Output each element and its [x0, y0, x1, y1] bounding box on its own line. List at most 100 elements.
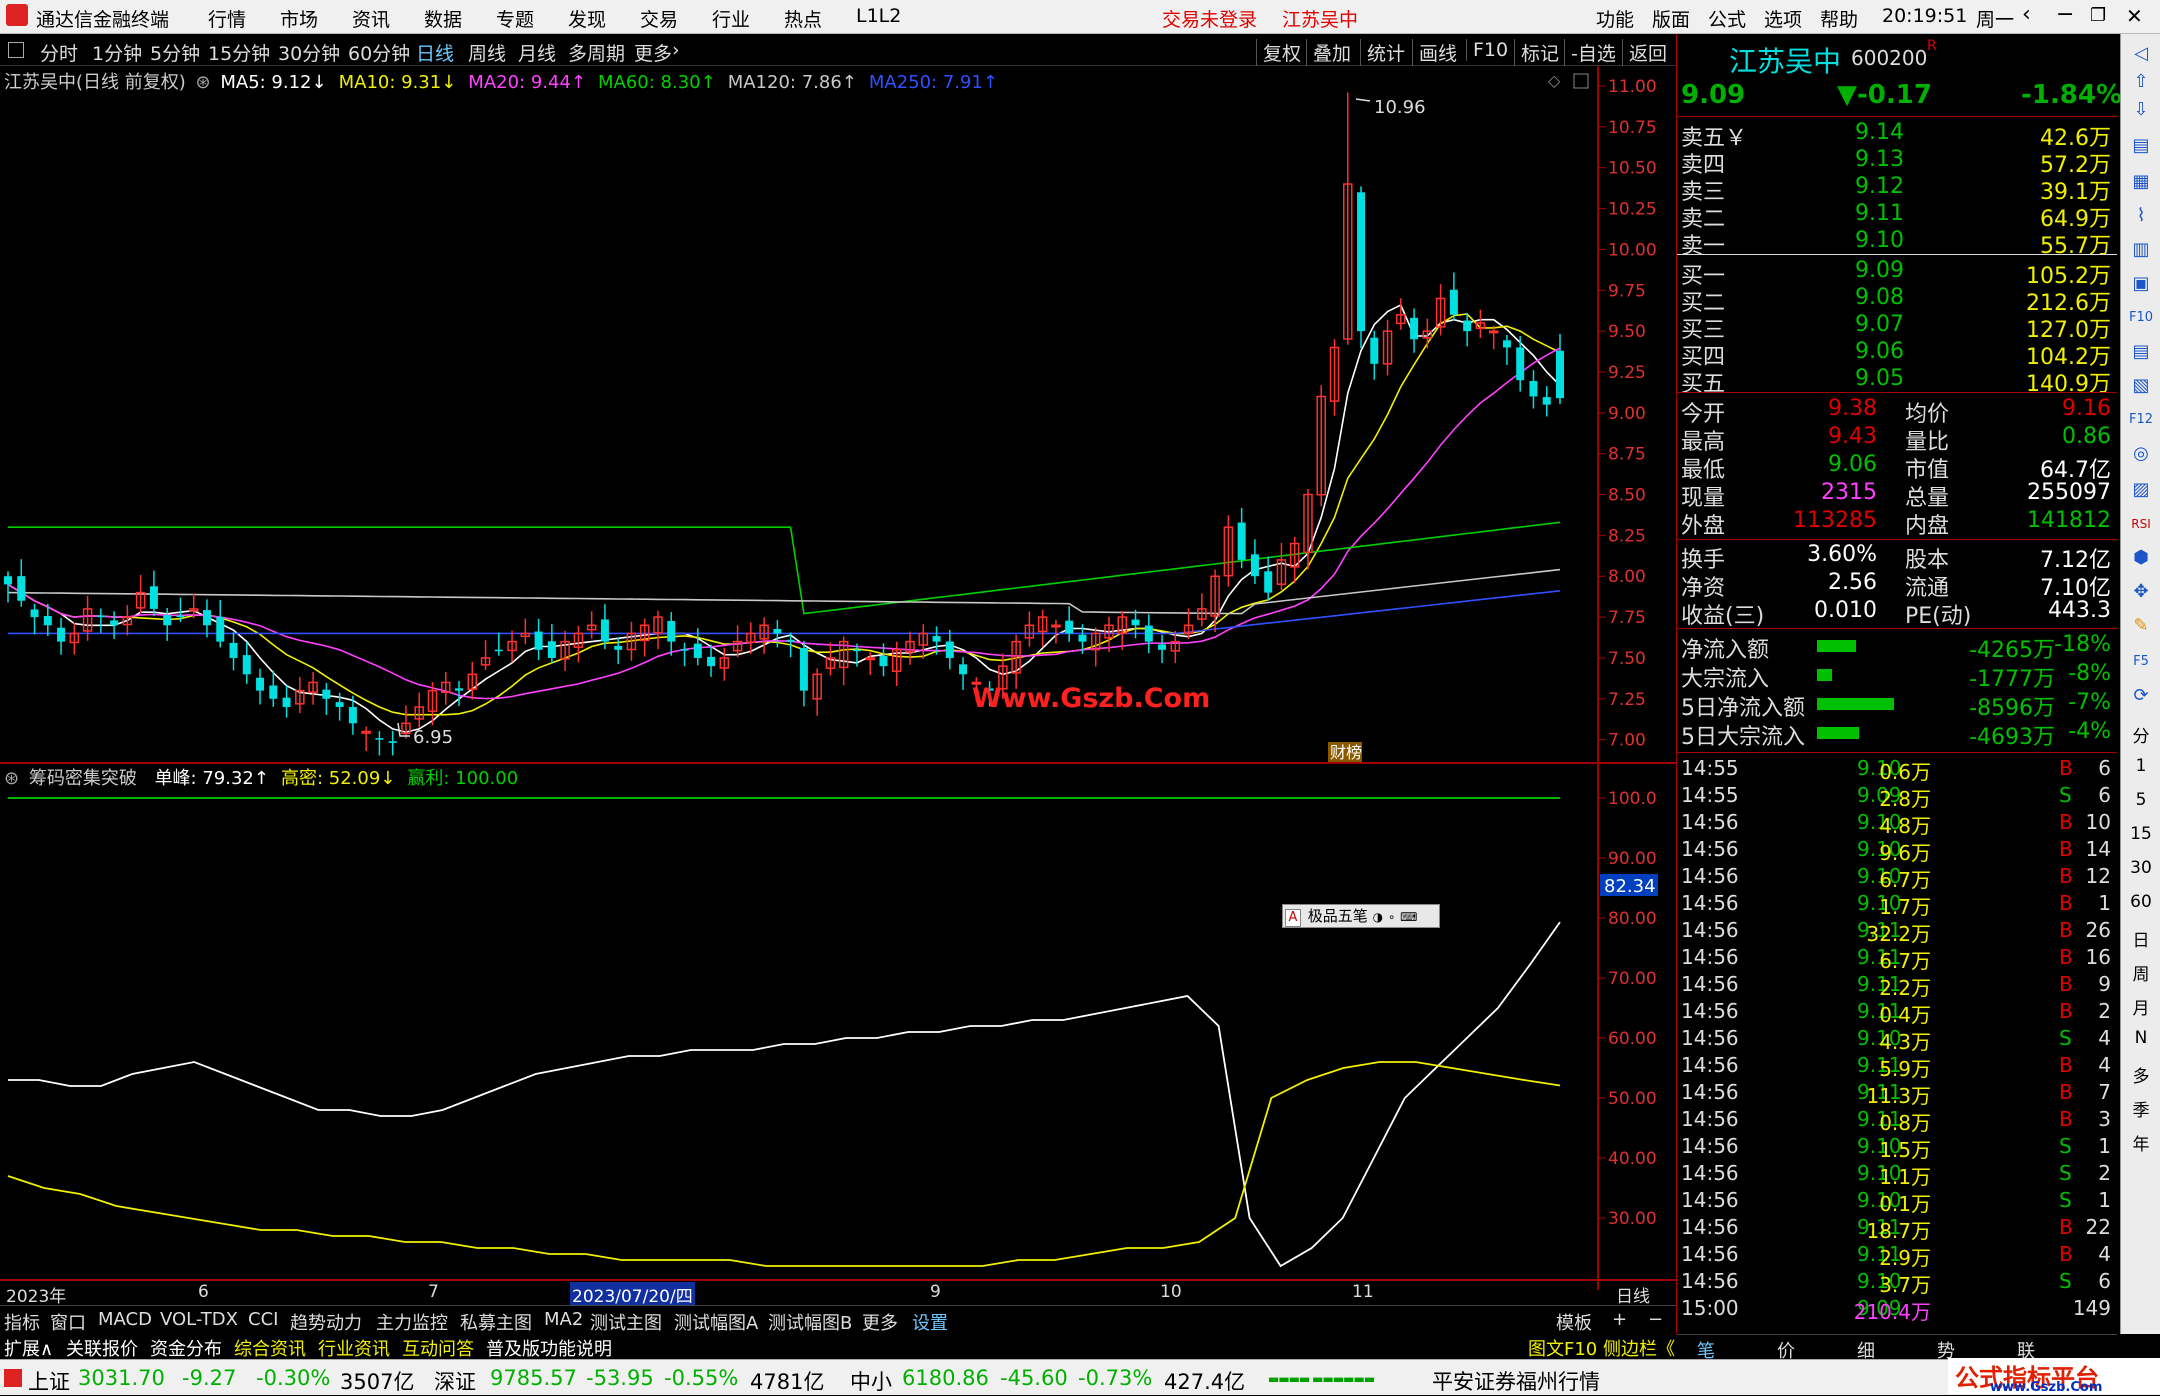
menu-data[interactable]: 数据: [424, 5, 462, 32]
tool-draw[interactable]: 画线: [1412, 39, 1457, 66]
sidebar-period[interactable]: 1: [2121, 756, 2160, 776]
f12-icon[interactable]: F12: [2129, 408, 2153, 432]
tick-row[interactable]: 14:56 9.11 5.9万 B 4: [1677, 1053, 2117, 1081]
sidebar-period[interactable]: 月: [2121, 994, 2160, 1019]
menu-function[interactable]: 功能: [1596, 5, 1634, 32]
tab-main-monitor[interactable]: 主力监控: [376, 1309, 448, 1335]
period-multi[interactable]: 多周期: [568, 39, 625, 66]
menu-hot[interactable]: 热点: [784, 5, 822, 32]
tab-related-quotes[interactable]: 关联报价: [66, 1335, 138, 1361]
tick-row[interactable]: 14:55 9.10 0.6万 B 6: [1677, 756, 2117, 784]
tab-trend-power[interactable]: 趋势动力: [290, 1309, 362, 1335]
grid-icon[interactable]: ▦: [2129, 170, 2153, 194]
f10-sidebar-toggle[interactable]: 图文F10 侧边栏《: [1528, 1335, 1675, 1361]
tab-vol-tdx[interactable]: VOL-TDX: [160, 1309, 238, 1330]
menu-layout[interactable]: 版面: [1652, 5, 1690, 32]
menu-industry[interactable]: 行业: [712, 5, 750, 32]
tab-news[interactable]: 综合资讯: [234, 1335, 306, 1361]
tab-capital-distribution[interactable]: 资金分布: [150, 1335, 222, 1361]
tab-test-sub-a[interactable]: 测试幅图A: [674, 1309, 758, 1335]
back-icon[interactable]: ‹: [2022, 2, 2031, 27]
sz-index-name[interactable]: 深证: [434, 1366, 476, 1396]
book-row[interactable]: 买四 9.06 104.2万: [1677, 339, 2117, 370]
tab-test-main[interactable]: 测试主图: [590, 1309, 662, 1335]
sidebar-period[interactable]: 15: [2121, 824, 2160, 844]
sidebar-period[interactable]: 周: [2121, 960, 2160, 985]
tick-row[interactable]: 14:56 9.10 1.5万 S 1: [1677, 1134, 2117, 1162]
period-daily[interactable]: 日线: [416, 39, 454, 66]
move-icon[interactable]: ✥: [2129, 580, 2153, 604]
document-icon[interactable]: ▧: [2129, 374, 2153, 398]
tick-row[interactable]: 14:56 9.10 4.3万 S 4: [1677, 1026, 2117, 1054]
news-icon[interactable]: ▣: [2129, 272, 2153, 296]
tab-macd[interactable]: MACD: [98, 1309, 152, 1330]
tab-ma2[interactable]: MA2: [544, 1309, 583, 1330]
tick-row[interactable]: 14:56 9.11 6.7万 B 16: [1677, 945, 2117, 973]
tab-private-main[interactable]: 私募主图: [460, 1309, 532, 1335]
tick-row[interactable]: 14:55 9.09 2.8万 S 6: [1677, 783, 2117, 811]
circle-icon[interactable]: ◎: [2129, 442, 2153, 466]
tab-window[interactable]: 窗口: [50, 1309, 86, 1335]
arrow-down-icon[interactable]: ⇩: [2129, 98, 2153, 122]
tab-help[interactable]: 普及版功能说明: [486, 1335, 612, 1361]
tool-watchlist[interactable]: -自选: [1564, 39, 1616, 66]
sidebar-period[interactable]: 30: [2121, 858, 2160, 878]
menu-help[interactable]: 帮助: [1820, 5, 1858, 32]
tool-return[interactable]: 返回: [1622, 39, 1667, 66]
sidebar-period[interactable]: 60: [2121, 892, 2160, 912]
tick-row[interactable]: 14:56 9.11 11.3万 B 7: [1677, 1080, 2117, 1108]
sidebar-period[interactable]: 季: [2121, 1096, 2160, 1121]
stop-icon[interactable]: ⬢: [2129, 546, 2153, 570]
chart-area[interactable]: 11.00 10.75 10.50 10.25 10.00 9.75 9.50 9.25 9.0…: [0, 66, 1676, 1307]
tool-overlay[interactable]: 叠加: [1306, 39, 1351, 66]
panel-toggle-icon[interactable]: [8, 42, 24, 58]
refresh-icon[interactable]: ⟳: [2129, 684, 2153, 708]
tick-row[interactable]: 14:56 9.10 1.1万 S 2: [1677, 1161, 2117, 1189]
book-row[interactable]: 买五 9.05 140.9万: [1677, 366, 2117, 397]
tool-stats[interactable]: 统计: [1360, 39, 1405, 66]
menu-news[interactable]: 资讯: [352, 5, 390, 32]
book-row[interactable]: 卖一 9.10 55.7万: [1677, 228, 2117, 259]
sidebar-period[interactable]: 5: [2121, 790, 2160, 810]
sidebar-period[interactable]: 年: [2121, 1130, 2160, 1155]
tool-adjust[interactable]: 复权: [1256, 39, 1301, 66]
diamond-icon[interactable]: ◇: [1548, 71, 1561, 90]
f10-icon[interactable]: F10: [2129, 306, 2153, 330]
period-weekly[interactable]: 周线: [468, 39, 506, 66]
settings-icon[interactable]: ⊛: [4, 768, 19, 789]
tick-row[interactable]: 14:56 9.10 3.7万 S 6: [1677, 1269, 2117, 1297]
sidebar-period[interactable]: 分: [2121, 722, 2160, 747]
rsi-icon[interactable]: RSI: [2129, 512, 2153, 536]
zx-index-name[interactable]: 中小: [850, 1366, 892, 1396]
tab-more[interactable]: 更多: [862, 1309, 898, 1335]
window-minimize-icon[interactable]: −: [2056, 2, 2074, 27]
f5-icon[interactable]: F5: [2129, 650, 2153, 674]
menu-trade[interactable]: 交易: [640, 5, 678, 32]
table-icon[interactable]: ▤: [2129, 340, 2153, 364]
sidebar-period[interactable]: 日: [2121, 926, 2160, 951]
line-chart-icon[interactable]: ⌇: [2129, 204, 2153, 228]
menu-discover[interactable]: 发现: [568, 5, 606, 32]
ime-keyboard-icon[interactable]: ⌨: [1400, 910, 1417, 924]
sh-index-name[interactable]: 上证: [28, 1366, 70, 1396]
back-icon[interactable]: ◁: [2129, 42, 2153, 66]
tab-qa[interactable]: 互动问答: [402, 1335, 474, 1361]
settings-icon[interactable]: ⊛: [196, 72, 211, 93]
menu-quotes[interactable]: 行情: [208, 5, 246, 32]
period-5min[interactable]: 5分钟: [150, 39, 200, 66]
book-row[interactable]: 卖三 9.12 39.1万: [1677, 174, 2117, 205]
kline-icon[interactable]: ▥: [2129, 238, 2153, 262]
book-row[interactable]: 买一 9.09 105.2万: [1677, 258, 2117, 289]
book-row[interactable]: 买三 9.07 127.0万: [1677, 312, 2117, 343]
tab-extend[interactable]: 扩展∧: [4, 1335, 53, 1361]
chart-maximize-icon[interactable]: [1573, 73, 1589, 89]
ime-punct-icon[interactable]: ∘: [1388, 910, 1396, 924]
tick-row[interactable]: 14:56 9.10 1.7万 B 1: [1677, 891, 2117, 919]
menu-formula[interactable]: 公式: [1708, 5, 1746, 32]
chart-canvas[interactable]: 11.00 10.75 10.50 10.25 10.00 9.75 9.50 9.25 9.0…: [0, 66, 1676, 1290]
ime-toolbar[interactable]: A 极品五笔 ◑ ∘ ⌨: [1282, 904, 1440, 928]
tick-row[interactable]: 15:00 9.09 210.4万 149: [1677, 1296, 2117, 1324]
tab-industry-news[interactable]: 行业资讯: [318, 1335, 390, 1361]
tick-row[interactable]: 14:56 9.11 2.2万 B 9: [1677, 972, 2117, 1000]
period-60min[interactable]: 60分钟: [348, 39, 410, 66]
